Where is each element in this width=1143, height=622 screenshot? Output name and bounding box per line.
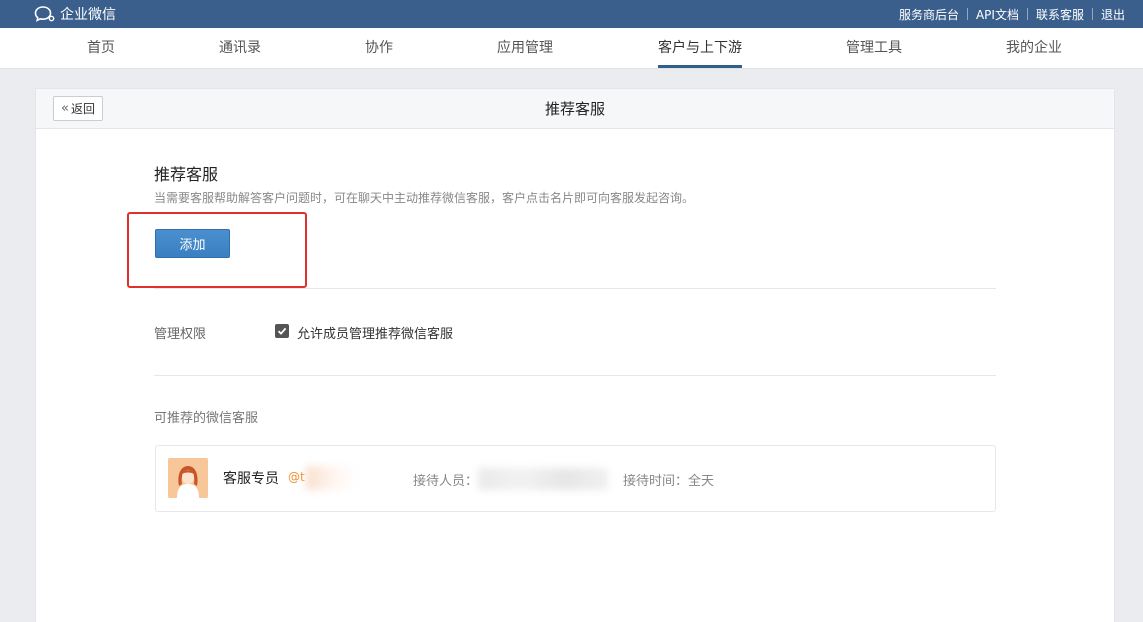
nav-customers[interactable]: 客户与上下游 xyxy=(658,28,742,68)
nav-my-enterprise[interactable]: 我的企业 xyxy=(1006,28,1062,68)
nav-collaboration[interactable]: 协作 xyxy=(365,28,393,68)
permission-label: 管理权限 xyxy=(154,327,207,342)
section-title: 推荐客服 xyxy=(154,165,219,184)
avatar xyxy=(168,458,208,498)
service-list-item[interactable]: 客服专员 @t 接待人员： 接待时间：全天 xyxy=(155,445,996,512)
service-corp-tag: @t xyxy=(288,470,305,484)
link-service-provider[interactable]: 服务商后台 xyxy=(891,6,967,23)
link-api-docs[interactable]: API文档 xyxy=(968,6,1027,23)
page-title: 推荐客服 xyxy=(544,100,605,118)
agent-avatar-icon xyxy=(168,458,208,498)
redacted-receivers xyxy=(478,468,608,490)
permission-checkbox[interactable] xyxy=(275,324,289,338)
logo-text: 企业微信 xyxy=(60,7,116,23)
receiver-label: 接待人员： xyxy=(413,474,479,489)
main-nav: 首页 通讯录 协作 应用管理 客户与上下游 管理工具 我的企业 xyxy=(0,28,1143,69)
wecom-logo-icon xyxy=(34,5,56,23)
redacted-corp-name xyxy=(306,466,356,490)
top-bar: 企业微信 服务商后台 API文档 联系客服 退出 xyxy=(0,0,1143,28)
checkmark-icon xyxy=(277,327,287,335)
link-contact-support[interactable]: 联系客服 xyxy=(1028,6,1092,23)
service-time: 接待时间：全天 xyxy=(623,474,715,489)
divider xyxy=(154,288,996,289)
permission-checkbox-label[interactable]: 允许成员管理推荐微信客服 xyxy=(297,323,453,342)
list-title: 可推荐的微信客服 xyxy=(154,411,259,426)
divider xyxy=(154,375,996,376)
highlight-box xyxy=(127,212,307,288)
service-name: 客服专员 xyxy=(223,471,279,487)
top-links: 服务商后台 API文档 联系客服 退出 xyxy=(891,0,1133,28)
logo[interactable]: 企业微信 xyxy=(34,3,116,25)
card-header: « 返回 推荐客服 xyxy=(36,89,1114,129)
nav-app-management[interactable]: 应用管理 xyxy=(497,28,553,68)
nav-management-tools[interactable]: 管理工具 xyxy=(846,28,902,68)
content-card: « 返回 推荐客服 推荐客服 当需要客服帮助解答客户问题时，可在聊天中主动推荐微… xyxy=(35,88,1115,622)
link-logout[interactable]: 退出 xyxy=(1093,6,1133,23)
nav-home[interactable]: 首页 xyxy=(87,28,115,68)
section-description: 当需要客服帮助解答客户问题时，可在聊天中主动推荐微信客服，客户点击名片即可向客服… xyxy=(154,191,695,205)
nav-contacts[interactable]: 通讯录 xyxy=(219,28,261,68)
